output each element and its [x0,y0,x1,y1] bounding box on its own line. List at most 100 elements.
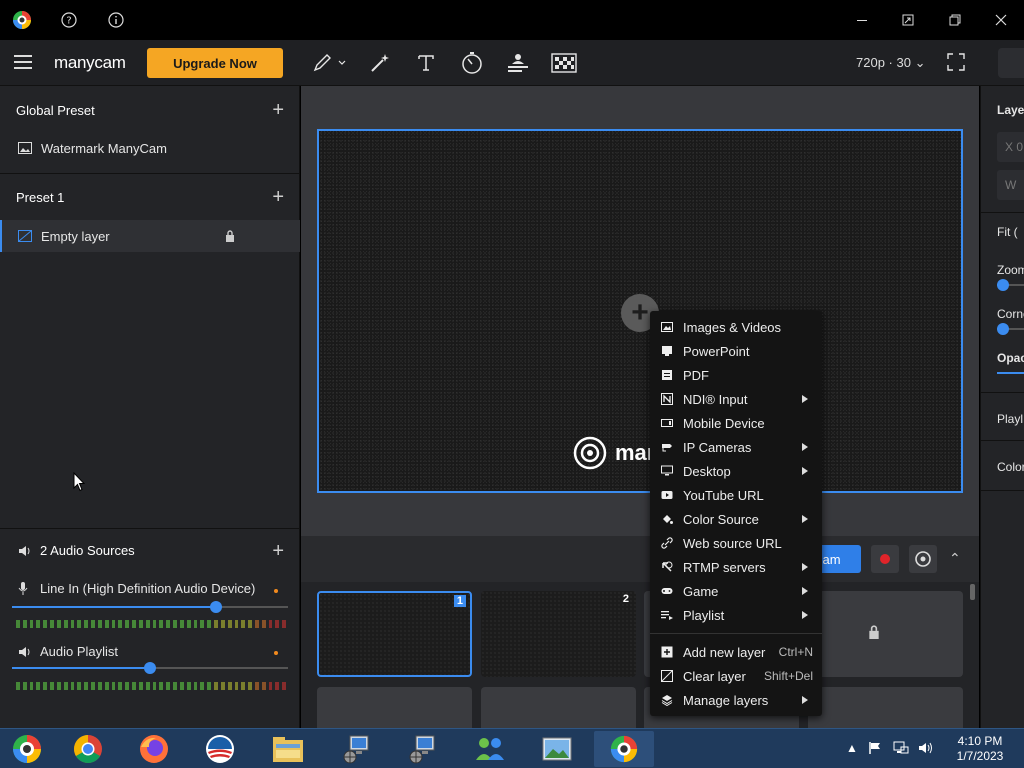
menu-item-rtmp-servers[interactable]: RTMP servers [650,555,822,579]
audio-source-row[interactable]: Line In (High Definition Audio Device) [18,581,288,596]
width-field[interactable]: W [997,170,1024,200]
restore-icon[interactable] [945,10,965,30]
preset-thumbnail[interactable]: 0 [481,687,636,728]
audio-source-row[interactable]: Audio Playlist [18,644,288,659]
menu-item-label: Desktop [683,463,731,479]
link-icon [661,537,673,549]
volume-slider[interactable] [12,662,288,674]
preset-thumbnail[interactable]: 1 [317,591,472,677]
close-icon[interactable] [991,10,1011,30]
corner-label: Corne [997,307,1024,321]
volume-knob[interactable] [210,601,223,613]
text-icon[interactable] [414,51,438,75]
fullscreen-icon[interactable] [946,52,966,72]
w-label: W [1005,178,1017,192]
chevron-up-icon[interactable]: ⌃ [949,550,961,567]
ndi-icon [661,393,673,405]
x-value: 0 [1016,140,1024,154]
add-global-layer-icon[interactable]: + [272,100,284,120]
show-hidden-icons[interactable]: ▲ [846,741,858,755]
pip-icon[interactable] [898,10,918,30]
photo-viewer-icon[interactable] [527,731,587,767]
volume-fill [12,667,150,669]
obama-logo-icon[interactable] [190,731,250,767]
menu-item-youtube-url[interactable]: YouTube URL [650,483,822,507]
firefox-icon[interactable] [124,731,184,767]
chrome-icon[interactable] [58,731,118,767]
opacity-slider[interactable] [997,372,1024,374]
upgrade-button[interactable]: Upgrade Now [147,48,283,78]
menu-item-ndi-input[interactable]: NDI® Input [650,387,822,411]
help-icon[interactable]: ? [59,10,79,30]
menu-item-web-source-url[interactable]: Web source URL [650,531,822,555]
magic-wand-icon[interactable] [368,51,392,75]
menu-item-manage-layers[interactable]: Manage layers [650,688,822,712]
menu-item-clear-layer[interactable]: Clear layer Shift+Del [650,664,822,688]
menu-item-label: YouTube URL [683,487,764,503]
manycam-taskbar-icon[interactable] [594,731,654,767]
minimize-icon[interactable] [852,10,872,30]
preset-thumbnail[interactable]: 0 [317,687,472,728]
people-icon[interactable] [460,731,520,767]
playlist-section[interactable]: Playl [997,412,1023,426]
network-computer-icon[interactable] [392,731,452,767]
system-clock[interactable]: 4:10 PM 1/7/2023 [944,734,1016,764]
corner-knob[interactable] [997,323,1009,335]
draw-icon[interactable] [311,51,347,75]
lower-third-icon[interactable] [505,51,531,75]
preset-thumbnail[interactable]: 0 [808,687,963,728]
global-preset-title: Global Preset [16,102,95,118]
go-live-button[interactable] [998,48,1024,78]
preset-thumbnail[interactable] [808,591,963,677]
menu-item-desktop[interactable]: Desktop [650,459,822,483]
menu-shortcut: Shift+Del [763,669,813,683]
preset-layer-item[interactable]: Empty layer [0,220,300,252]
network-status-icon[interactable] [893,741,909,758]
add-audio-source-icon[interactable]: + [272,541,284,561]
volume-slider[interactable] [12,601,288,613]
record-button[interactable] [871,545,899,573]
snapshot-button[interactable] [909,545,937,573]
timer-icon[interactable] [459,51,485,75]
fit-dropdown[interactable]: Fit ( [997,225,1018,239]
volume-knob[interactable] [144,662,156,674]
thumbnails-scrollbar[interactable] [970,584,975,600]
menu-item-images-videos[interactable]: Images & Videos [650,315,822,339]
action-center-flag-icon[interactable] [868,741,882,758]
color-section[interactable]: Color [997,460,1024,474]
menu-item-color-source[interactable]: Color Source [650,507,822,531]
lock-icon[interactable] [868,625,880,639]
menu-item-add-new-layer[interactable]: Add new layer Ctrl+N [650,640,822,664]
camera-shutter-icon [915,551,931,567]
menu-item-ip-cameras[interactable]: IP Cameras [650,435,822,459]
menu-icon[interactable] [14,55,32,69]
menu-item-label: Mobile Device [683,415,765,431]
menu-item-playlist[interactable]: Playlist [650,603,822,627]
menu-item-label: Game [683,583,719,599]
network-computer-icon[interactable] [326,731,386,767]
menu-item-mobile-device[interactable]: Mobile Device [650,411,822,435]
x-position-field[interactable]: X 0 [997,132,1024,162]
global-layer-item[interactable]: Watermark ManyCam [0,132,300,164]
chroma-key-icon[interactable] [550,51,578,75]
zoom-knob[interactable] [997,279,1009,291]
menu-item-pdf[interactable]: PDF [650,363,822,387]
add-preset-layer-icon[interactable]: + [272,187,284,207]
volume-tray-icon[interactable] [918,741,934,758]
lock-icon[interactable] [225,230,235,242]
file-explorer-icon[interactable] [258,731,318,767]
preset-thumbnail[interactable]: 2 [481,591,636,677]
divider [981,440,1024,441]
resolution-dropdown[interactable]: 720p · 30 ⌄ [856,55,925,71]
opacity-label: Opaci [997,351,1024,365]
ip-camera-icon [662,444,672,452]
volume-fill [12,606,217,608]
menu-item-game[interactable]: Game [650,579,822,603]
empty-layer-icon [18,230,32,242]
global-layer-label: Watermark ManyCam [41,140,167,156]
manycam-app-icon[interactable] [0,731,54,767]
menu-item-powerpoint[interactable]: PowerPoint [650,339,822,363]
video-preview[interactable]: + man [317,129,963,493]
info-icon[interactable] [106,10,126,30]
add-layer-context-menu: Images & Videos PowerPoint PDF NDI® Input Mo… [650,311,822,716]
